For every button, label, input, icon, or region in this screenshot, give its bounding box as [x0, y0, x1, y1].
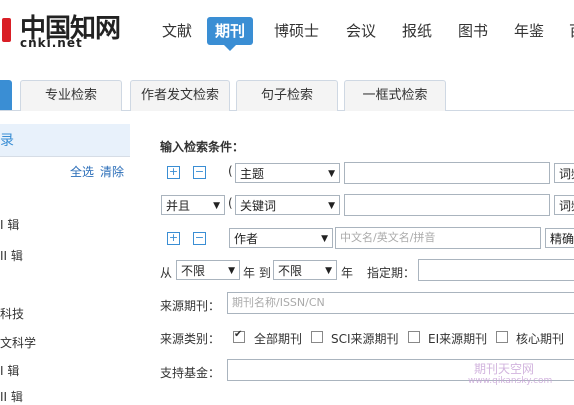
- freq-select[interactable]: 词频: [554, 195, 574, 215]
- logic-select-value: 并且: [166, 199, 191, 213]
- select-all-link[interactable]: 全选: [70, 163, 94, 180]
- category-item[interactable]: 科技: [0, 305, 24, 322]
- paren-label: (: [228, 164, 233, 178]
- tab-single-box-search[interactable]: 一框式检索: [344, 80, 446, 111]
- form-title: 输入检索条件：: [160, 140, 245, 154]
- remove-row-icon[interactable]: −: [193, 232, 206, 245]
- from-label: 从: [160, 266, 173, 280]
- field-select[interactable]: 关键词 ▼: [235, 195, 340, 215]
- nav-item-boshuoshi[interactable]: 博硕士: [266, 17, 327, 45]
- nav-item-baozhi[interactable]: 报纸: [394, 17, 440, 45]
- option-ei[interactable]: EI来源期刊: [428, 330, 487, 347]
- chevron-down-icon: ▼: [213, 201, 220, 211]
- chevron-down-icon: ▼: [328, 201, 335, 211]
- year-from-select[interactable]: 不限 ▼: [176, 260, 240, 280]
- checkbox-all-journals[interactable]: [233, 329, 245, 343]
- add-row-icon[interactable]: +: [167, 232, 180, 245]
- tab-sentence-search[interactable]: 句子检索: [236, 80, 338, 111]
- logo-sub: cnki.net: [20, 36, 83, 50]
- author-field-select[interactable]: 作者 ▼: [229, 228, 333, 248]
- author-input[interactable]: 中文名/英文名/拼音: [335, 227, 541, 249]
- tab-advanced-active[interactable]: [0, 80, 12, 110]
- tab-author-search[interactable]: 作者发文检索: [130, 80, 230, 111]
- remove-row-icon[interactable]: −: [193, 166, 206, 179]
- freq-select-value: 词频: [559, 199, 574, 213]
- nav-item-huiyi[interactable]: 会议: [338, 17, 384, 45]
- specify-issue-label: 指定期：: [367, 266, 416, 280]
- year-to-value: 不限: [278, 264, 303, 278]
- option-all-journals[interactable]: 全部期刊: [254, 330, 302, 347]
- add-row-icon[interactable]: +: [167, 166, 180, 179]
- category-item[interactable]: 文科学: [0, 334, 36, 351]
- watermark-url: www.qikansky.com: [468, 376, 553, 386]
- checkbox-ei[interactable]: [408, 331, 420, 343]
- freq-select[interactable]: 词频: [554, 163, 574, 183]
- chevron-down-icon: ▼: [328, 169, 335, 179]
- tab-professional-search[interactable]: 专业检索: [20, 80, 122, 111]
- nav-item-wenxian[interactable]: 文献: [154, 17, 200, 45]
- field-select-value: 主题: [240, 167, 265, 181]
- source-category-label: 来源类别：: [160, 332, 221, 346]
- chevron-down-icon: ▼: [325, 266, 332, 276]
- nav-item-qikan[interactable]: 期刊: [207, 17, 254, 51]
- match-select[interactable]: 精确: [545, 228, 574, 248]
- watermark: 期刊天空网: [474, 362, 535, 376]
- source-journal-input[interactable]: 期刊名称/ISSN/CN: [227, 292, 574, 314]
- year-from-value: 不限: [181, 264, 206, 278]
- nav-item-more[interactable]: 百: [561, 17, 574, 45]
- category-item[interactable]: II 辑: [0, 247, 23, 264]
- year-end-label: 年: [341, 266, 354, 280]
- left-panel-header: [0, 124, 130, 157]
- left-panel-title: 录: [0, 133, 14, 149]
- logic-select[interactable]: 并且 ▼: [161, 195, 225, 215]
- source-journal-placeholder: 期刊名称/ISSN/CN: [232, 296, 325, 309]
- option-core[interactable]: 核心期刊: [516, 330, 564, 347]
- category-item[interactable]: I 辑: [0, 216, 19, 233]
- clear-link[interactable]: 清除: [100, 163, 124, 180]
- to-label: 年 到: [243, 266, 271, 280]
- checkbox-sci[interactable]: [311, 331, 323, 343]
- nav-item-nianjian[interactable]: 年鉴: [506, 17, 552, 45]
- nav-item-tushu[interactable]: 图书: [450, 17, 496, 45]
- option-sci[interactable]: SCI来源期刊: [331, 330, 399, 347]
- chevron-down-icon: ▼: [321, 234, 328, 244]
- source-journal-label: 来源期刊：: [160, 299, 221, 313]
- issue-input[interactable]: [418, 259, 574, 281]
- author-input-placeholder: 中文名/英文名/拼音: [340, 231, 436, 244]
- fund-label: 支持基金：: [160, 366, 221, 380]
- search-input[interactable]: [344, 194, 550, 216]
- author-field-value: 作者: [234, 232, 259, 246]
- logo-mark: [2, 18, 11, 42]
- category-item[interactable]: I 辑: [0, 362, 19, 379]
- match-select-value: 精确: [550, 232, 574, 246]
- category-item[interactable]: II 辑: [0, 388, 23, 405]
- checkbox-core[interactable]: [496, 331, 508, 343]
- freq-select-value: 词频: [559, 167, 574, 181]
- field-select[interactable]: 主题 ▼: [235, 163, 340, 183]
- year-to-select[interactable]: 不限 ▼: [273, 260, 337, 280]
- field-select-value: 关键词: [240, 199, 277, 213]
- paren-label: (: [228, 196, 233, 210]
- chevron-down-icon: ▼: [228, 266, 235, 276]
- search-input[interactable]: [344, 162, 550, 184]
